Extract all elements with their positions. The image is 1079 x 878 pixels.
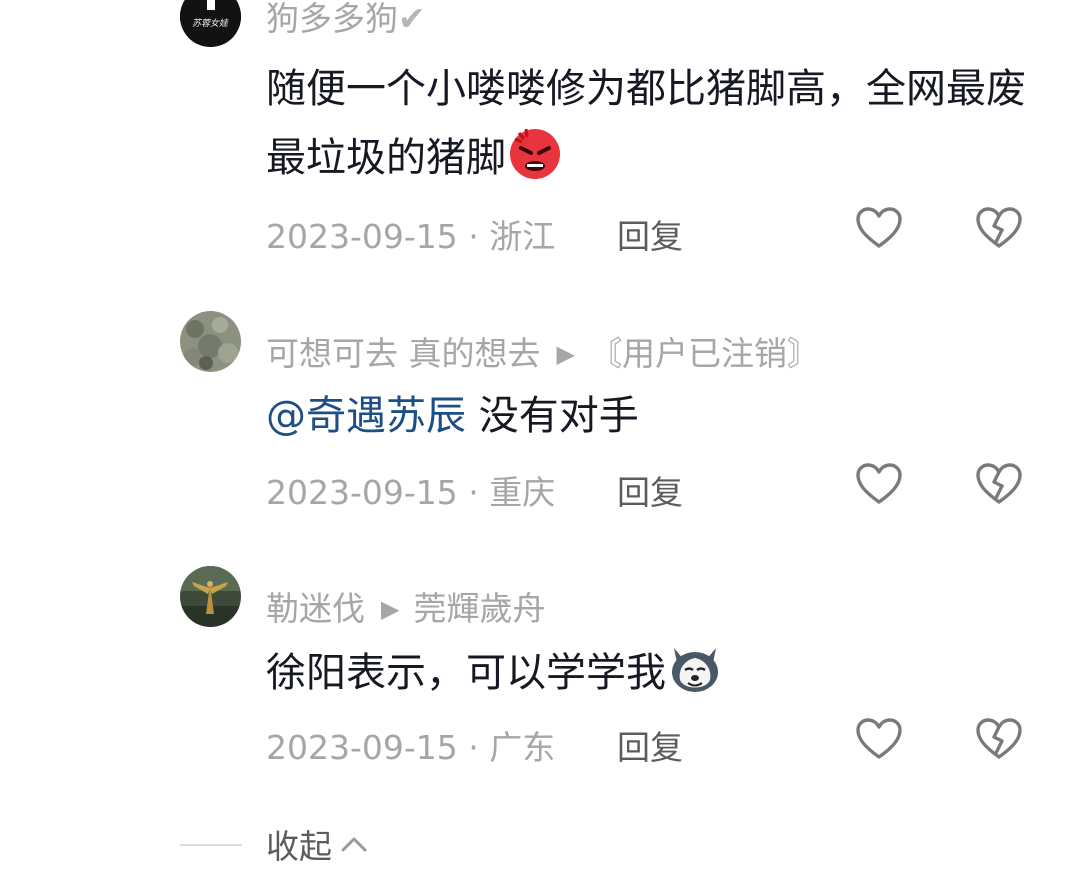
dislike-broken-heart-icon[interactable] xyxy=(975,462,1023,506)
meta-separator: · xyxy=(457,217,490,256)
reply-to-username[interactable]: 〘用户已注销〙 xyxy=(589,334,820,373)
chevron-up-icon xyxy=(341,837,367,852)
reply-button[interactable]: 回复 xyxy=(617,210,683,258)
avatar-image: 苏蓉女娃 xyxy=(180,0,241,47)
comment-username[interactable]: 可想可去 真的想去 xyxy=(266,334,541,373)
reply-arrow-icon: ▶ xyxy=(556,340,575,368)
angry-face-emoji xyxy=(510,128,560,179)
like-heart-icon[interactable] xyxy=(855,206,903,250)
comment-date: 2023-09-15 xyxy=(266,473,458,512)
comment-text: 徐阳表示，可以学学我 xyxy=(266,638,1026,707)
like-heart-icon[interactable] xyxy=(855,462,903,506)
like-heart-icon[interactable] xyxy=(855,717,903,761)
reply-to-username[interactable]: 莞輝歲舟 xyxy=(413,589,545,628)
comment-meta: 2023-09-15 · 重庆 xyxy=(266,466,555,514)
reply-button[interactable]: 回复 xyxy=(617,721,683,769)
reply-arrow-icon: ▶ xyxy=(381,595,400,623)
collapse-label: 收起 xyxy=(266,827,332,866)
avatar[interactable] xyxy=(180,311,241,372)
mention-link[interactable]: @奇遇苏辰 xyxy=(266,393,466,439)
comment-location: 浙江 xyxy=(489,217,556,256)
comment-date: 2023-09-15 xyxy=(266,217,458,256)
svg-text:苏蓉女娃: 苏蓉女娃 xyxy=(192,18,229,29)
comment-username[interactable]: 勒迷伐 xyxy=(266,589,365,628)
avatar-image xyxy=(180,566,241,627)
collapse-replies-button[interactable]: 收起 xyxy=(266,820,368,868)
comment-text: @奇遇苏辰 没有对手 xyxy=(266,393,639,439)
comment-meta: 2023-09-15 · 浙江 xyxy=(266,210,555,258)
avatar[interactable]: 苏蓉女娃 xyxy=(180,0,241,47)
comment-location: 广东 xyxy=(489,728,556,767)
meta-separator: · xyxy=(457,473,490,512)
comment-username[interactable]: 狗多多狗✔ xyxy=(266,0,426,40)
comment-meta: 2023-09-15 · 广东 xyxy=(266,721,555,769)
meta-separator: · xyxy=(457,728,490,767)
dislike-broken-heart-icon[interactable] xyxy=(975,717,1023,761)
avatar-image xyxy=(180,311,241,372)
comment-date: 2023-09-15 xyxy=(266,728,458,767)
comment-location: 重庆 xyxy=(489,473,556,512)
reply-button[interactable]: 回复 xyxy=(617,466,683,514)
avatar[interactable] xyxy=(180,566,241,627)
comment-text: 随便一个小喽喽修为都比猪脚高，全网最废最垃圾的猪脚 xyxy=(266,66,1026,181)
dislike-broken-heart-icon[interactable] xyxy=(975,206,1023,250)
verified-mark-icon: ✔ xyxy=(398,0,426,38)
husky-dog-emoji xyxy=(672,648,718,692)
comment-username-line: 可想可去 真的想去 ▶ 〘用户已注销〙 xyxy=(266,327,820,375)
collapse-divider xyxy=(180,844,242,846)
comment-username-line: 勒迷伐 ▶ 莞輝歲舟 xyxy=(266,582,545,630)
